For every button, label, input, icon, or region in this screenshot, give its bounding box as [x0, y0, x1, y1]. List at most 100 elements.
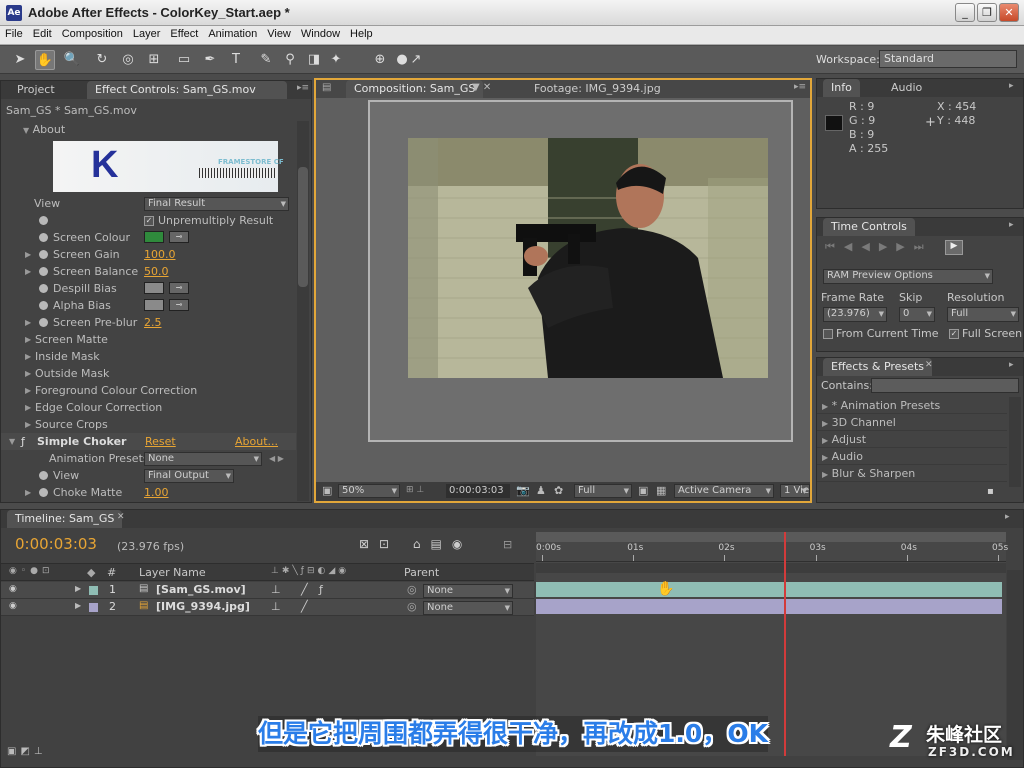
group-fg-colour[interactable]: ▶ Foreground Colour Correction: [1, 382, 296, 399]
label-color-swatch[interactable]: [89, 586, 98, 595]
tab-footage[interactable]: Footage: IMG_9394.jpg: [526, 80, 669, 98]
from-current-time-checkbox[interactable]: [823, 329, 833, 339]
channel-icon[interactable]: ✿: [554, 484, 563, 497]
expand-icon[interactable]: ▶: [25, 314, 31, 331]
list-item[interactable]: ▶ 3D Channel: [817, 414, 1007, 431]
minimize-button[interactable]: _: [955, 3, 975, 22]
group-screen-matte[interactable]: ▶ Screen Matte: [1, 331, 296, 348]
rotate-tool-icon[interactable]: ↻: [92, 50, 112, 70]
list-item[interactable]: ▶ * Animation Presets: [817, 397, 1007, 414]
show-snapshot-icon[interactable]: ♟: [536, 484, 546, 497]
panel-menu-icon[interactable]: ▸: [1009, 360, 1014, 370]
tab-timeline[interactable]: Timeline: Sam_GS: [7, 510, 123, 528]
pan-behind-tool-icon[interactable]: ⊞: [144, 50, 164, 70]
expand-icon[interactable]: ▶: [75, 601, 81, 610]
close-tab-icon[interactable]: ✕: [925, 360, 933, 370]
menu-effect[interactable]: Effect: [165, 26, 203, 42]
safe-margins-icon[interactable]: ⊞ ⊥: [406, 485, 424, 495]
layer-row[interactable]: ◉ ▶ 1 ▤ [Sam_GS.mov] ⊥ ╱ ƒ ◎ None: [1, 582, 534, 599]
tab-composition[interactable]: Composition: Sam_GS: [346, 80, 484, 98]
expand-icon[interactable]: ▶: [25, 484, 31, 501]
collapse-icon[interactable]: ▼: [9, 433, 15, 450]
always-preview-icon[interactable]: ▣: [322, 484, 332, 497]
scrollbar[interactable]: [297, 121, 309, 501]
stopwatch-icon[interactable]: [39, 267, 48, 276]
about-link[interactable]: About...: [235, 433, 278, 450]
presets-dropdown[interactable]: None: [144, 452, 262, 466]
playhead[interactable]: [783, 532, 786, 756]
panel-menu-icon[interactable]: ▸: [1009, 81, 1014, 91]
zoom-bar[interactable]: [536, 563, 1006, 573]
tab-effects-presets[interactable]: Effects & Presets: [823, 358, 932, 376]
group-edge-colour[interactable]: ▶ Edge Colour Correction: [1, 399, 296, 416]
list-item[interactable]: ▶ Adjust: [817, 431, 1007, 448]
resolution-dropdown[interactable]: Full: [947, 307, 1019, 322]
eyedropper-icon[interactable]: ⊸: [169, 299, 189, 311]
playback-controls[interactable]: ⏮◀◀▶▶⏭: [825, 240, 933, 254]
comp-timecode[interactable]: 0:00:03:03: [446, 484, 510, 498]
text-tool-icon[interactable]: T: [226, 50, 246, 70]
lock-icon[interactable]: ▤: [322, 82, 331, 93]
layer-name[interactable]: [IMG_9394.jpg]: [156, 600, 250, 613]
stopwatch-icon[interactable]: [39, 216, 48, 225]
parent-dropdown[interactable]: None: [423, 584, 513, 598]
stopwatch-icon[interactable]: [39, 318, 48, 327]
list-item[interactable]: ▶ Blur & Sharpen: [817, 465, 1007, 482]
new-folder-icon[interactable]: ▪: [987, 486, 994, 497]
reset-link[interactable]: Reset: [145, 433, 176, 450]
tab-project[interactable]: Project: [9, 81, 63, 99]
scrollbar-thumb[interactable]: [298, 167, 308, 287]
fx-switch[interactable]: ƒ: [319, 583, 323, 596]
close-button[interactable]: ✕: [999, 3, 1019, 22]
quality-switch[interactable]: ╱: [301, 583, 308, 596]
group-inside-mask[interactable]: ▶ Inside Mask: [1, 348, 296, 365]
expand-icon[interactable]: ▶: [75, 584, 81, 593]
workspace-select[interactable]: Standard: [879, 50, 1017, 68]
expand-icon[interactable]: ▶: [25, 348, 31, 365]
ram-preview-button[interactable]: ▶: [945, 240, 963, 255]
eye-icon[interactable]: ◉: [9, 601, 17, 611]
parent-dropdown[interactable]: None: [423, 601, 513, 615]
tab-dropdown-icon[interactable]: ▼ ✕: [472, 82, 491, 93]
pickwhip-icon[interactable]: ◎: [407, 583, 417, 596]
menu-layer[interactable]: Layer: [128, 26, 166, 42]
timeline-switches[interactable]: ⊠⊡ ⌂▤◉: [359, 537, 472, 551]
selection-tool-icon[interactable]: ➤: [10, 50, 30, 70]
label-color-swatch[interactable]: [89, 603, 98, 612]
full-screen-checkbox[interactable]: ✓: [949, 329, 959, 339]
layer-duration-bar[interactable]: [536, 582, 1002, 597]
zoom-dropdown[interactable]: 50%: [338, 484, 400, 498]
preset-nav-icon[interactable]: ◀ ▶: [269, 450, 284, 467]
screen-gain-value[interactable]: 100.0: [144, 246, 176, 263]
stopwatch-icon[interactable]: [39, 233, 48, 242]
eyedropper-icon[interactable]: ⊸: [169, 282, 189, 294]
views-dropdown[interactable]: 1 View: [780, 484, 810, 498]
stopwatch-icon[interactable]: [39, 250, 48, 259]
ram-preview-dropdown[interactable]: RAM Preview Options: [823, 269, 993, 284]
choke-matte-value[interactable]: 1.00: [144, 484, 169, 501]
hand-tool-icon[interactable]: ✋: [35, 50, 55, 70]
panel-menu-icon[interactable]: ▸: [1009, 220, 1014, 230]
timeline-timecode[interactable]: 0:00:03:03: [15, 535, 97, 553]
tab-effect-controls[interactable]: Effect Controls: Sam_GS.mov: [87, 81, 287, 99]
expand-icon[interactable]: ▶: [25, 382, 31, 399]
camera-tool-icon[interactable]: ◎: [118, 50, 138, 70]
menu-edit[interactable]: Edit: [28, 26, 57, 42]
work-area-bar[interactable]: [536, 532, 1006, 542]
despill-swatch[interactable]: [144, 282, 164, 294]
stopwatch-icon[interactable]: [39, 301, 48, 310]
eye-icon[interactable]: ◉: [9, 584, 17, 594]
expand-icon[interactable]: ▶: [25, 246, 31, 263]
shy-switch[interactable]: ⊥: [271, 583, 281, 596]
choker-view-dropdown[interactable]: Final Output: [144, 469, 234, 483]
panel-menu-icon[interactable]: ▸: [1005, 512, 1010, 522]
menu-file[interactable]: File: [0, 26, 28, 42]
menu-animation[interactable]: Animation: [203, 26, 262, 42]
axis-mode-icon[interactable]: ⊕: [370, 50, 390, 70]
graph-editor-icon[interactable]: ⊟: [503, 538, 512, 551]
clone-stamp-tool-icon[interactable]: ⚲: [280, 50, 300, 70]
layer-row[interactable]: ◉ ▶ 2 ▤ [IMG_9394.jpg] ⊥ ╱ ◎ None: [1, 599, 534, 616]
expand-icon[interactable]: ▶: [25, 399, 31, 416]
view-dropdown[interactable]: Final Result: [144, 197, 289, 211]
unpremultiply-checkbox[interactable]: ✓: [144, 216, 154, 226]
